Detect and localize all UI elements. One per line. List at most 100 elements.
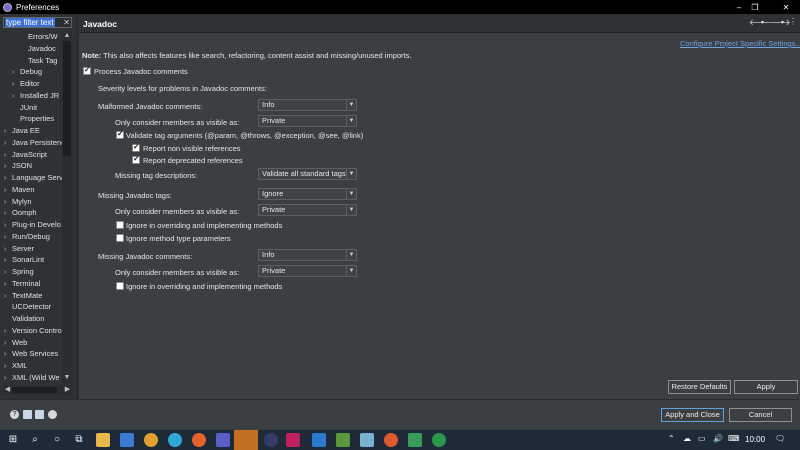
restore-defaults-button[interactable]: Restore Defaults — [668, 380, 731, 394]
chevron-down-icon[interactable]: ▼ — [346, 189, 356, 199]
tree-item[interactable]: › Spring — [4, 266, 34, 277]
file-explorer-icon[interactable] — [96, 433, 110, 447]
missing-comments-select[interactable]: Info ▼ — [258, 249, 357, 261]
scroll-right-icon[interactable]: ▶ — [63, 385, 72, 395]
view-menu-icon[interactable]: ⋮ — [789, 17, 797, 26]
sourcetree-icon[interactable] — [408, 433, 422, 447]
expand-chevron-icon[interactable]: › — [4, 349, 12, 359]
export-icon[interactable] — [35, 410, 44, 419]
validate-tags-checkbox[interactable] — [116, 129, 124, 139]
tree-item[interactable]: › JavaScript — [4, 149, 47, 160]
tree-item[interactable]: › XML (Wild We — [4, 372, 60, 383]
expand-chevron-icon[interactable]: › — [4, 326, 12, 336]
chrome-icon[interactable] — [144, 433, 158, 447]
close-button[interactable]: ✕ — [774, 0, 798, 14]
search-icon[interactable]: ⌕ — [28, 433, 42, 447]
preference-tree[interactable]: Errors/W Javadoc Task Tag › Debug › Editor › Ins… — [0, 31, 62, 383]
missing-comments-visibility-select[interactable]: Private ▼ — [258, 265, 357, 277]
tree-item[interactable]: › Java EE — [4, 125, 40, 136]
eclipse-icon[interactable] — [264, 433, 278, 447]
back-arrow-icon[interactable]: 🡐 — [749, 17, 770, 27]
ignore-method-type-checkbox[interactable] — [116, 234, 124, 242]
tree-item[interactable]: › XML — [4, 360, 27, 371]
network-icon[interactable]: ▭ — [698, 434, 706, 443]
tree-item[interactable]: › Java Persistenc — [4, 137, 62, 148]
tree-item[interactable]: › Web Services — [4, 348, 58, 359]
firefox-icon[interactable] — [192, 433, 206, 447]
postman-icon[interactable] — [384, 433, 398, 447]
ignore-method-type-label[interactable]: Ignore method type parameters — [126, 234, 231, 243]
expand-chevron-icon[interactable]: › — [12, 79, 20, 89]
scroll-thumb[interactable] — [63, 41, 71, 156]
tray-chevron-icon[interactable]: ⌃ — [668, 434, 675, 443]
expand-chevron-icon[interactable]: › — [4, 197, 12, 207]
scroll-left-icon[interactable]: ◀ — [3, 385, 12, 395]
missing-tags-select[interactable]: Ignore ▼ — [258, 188, 357, 200]
missing-tag-desc-select[interactable]: Validate all standard tags ▼ — [258, 168, 357, 180]
tree-item[interactable]: Properties — [12, 113, 54, 124]
ignore-overriding-2-label[interactable]: Ignore in overriding and implementing me… — [126, 282, 282, 291]
expand-chevron-icon[interactable]: › — [4, 255, 12, 265]
teams-icon[interactable] — [216, 433, 230, 447]
expand-chevron-icon[interactable]: › — [4, 291, 12, 301]
tree-item[interactable]: › Mylyn — [4, 196, 32, 207]
ignore-overriding-checkbox[interactable] — [116, 221, 124, 229]
forward-arrow-icon[interactable]: 🡒 — [769, 17, 790, 27]
expand-chevron-icon[interactable]: › — [4, 126, 12, 136]
tree-item[interactable]: › Debug — [12, 66, 42, 77]
tree-item[interactable]: › Run/Debug — [4, 231, 50, 242]
import-icon[interactable] — [23, 410, 32, 419]
tree-item[interactable]: › Plug-in Develo — [4, 219, 61, 230]
expand-chevron-icon[interactable]: › — [12, 91, 20, 101]
expand-chevron-icon[interactable]: › — [4, 208, 12, 218]
tree-vertical-scrollbar[interactable]: ▲ ▼ — [62, 31, 72, 383]
tree-item[interactable]: › Terminal — [4, 278, 40, 289]
chevron-down-icon[interactable]: ▼ — [346, 250, 356, 260]
tree-item[interactable]: › Oomph — [4, 207, 37, 218]
tree-item[interactable]: Task Tag — [20, 55, 57, 66]
expand-chevron-icon[interactable]: › — [4, 267, 12, 277]
tree-item[interactable]: Errors/W — [20, 31, 58, 42]
filter-input[interactable]: type filter text ✕ — [3, 17, 72, 28]
tree-item[interactable]: › TextMate — [4, 290, 42, 301]
help-icon[interactable]: ? — [10, 410, 19, 419]
outlook-active-icon[interactable] — [234, 430, 258, 450]
notification-icon[interactable]: 🗨 — [775, 434, 785, 443]
maximize-button[interactable]: ❐ — [743, 0, 767, 14]
cancel-button[interactable]: Cancel — [729, 408, 792, 422]
expand-chevron-icon[interactable]: › — [4, 361, 12, 371]
tree-item[interactable]: › Web — [4, 337, 27, 348]
ignore-overriding-label[interactable]: Ignore in overriding and implementing me… — [126, 221, 282, 230]
tree-item[interactable]: Javadoc — [20, 43, 56, 54]
malformed-visibility-select[interactable]: Private ▼ — [258, 115, 357, 127]
back-menu-chevron-icon[interactable]: ▾ — [761, 19, 764, 26]
expand-chevron-icon[interactable]: › — [4, 138, 12, 148]
expand-chevron-icon[interactable]: › — [4, 173, 12, 183]
vscode-icon[interactable] — [312, 433, 326, 447]
tree-item[interactable]: JUnit — [12, 102, 37, 113]
expand-chevron-icon[interactable]: › — [4, 373, 12, 383]
expand-chevron-icon[interactable]: › — [4, 338, 12, 348]
malformed-severity-select[interactable]: Info ▼ — [258, 99, 357, 111]
expand-chevron-icon[interactable]: › — [4, 279, 12, 289]
tree-horizontal-scrollbar[interactable]: ◀ ▶ — [3, 385, 72, 395]
tree-item[interactable]: › Server — [4, 243, 34, 254]
chevron-down-icon[interactable]: ▼ — [346, 266, 356, 276]
volume-icon[interactable]: 🔊 — [713, 434, 723, 443]
forward-menu-chevron-icon[interactable]: ▾ — [781, 19, 784, 26]
expand-chevron-icon[interactable]: › — [4, 244, 12, 254]
cortana-icon[interactable]: ○ — [50, 433, 64, 447]
expand-chevron-icon[interactable]: › — [4, 185, 12, 195]
hscroll-thumb[interactable] — [12, 387, 57, 393]
apply-and-close-button[interactable]: Apply and Close — [661, 408, 724, 422]
report-deprecated-checkbox[interactable] — [132, 154, 140, 164]
tree-item[interactable]: › Maven — [4, 184, 35, 195]
validate-tags-label[interactable]: Validate tag arguments (@param, @throws,… — [126, 131, 363, 140]
expand-chevron-icon[interactable]: › — [4, 220, 12, 230]
process-javadoc-label[interactable]: Process Javadoc comments — [94, 67, 188, 76]
expand-chevron-icon[interactable]: › — [4, 232, 12, 242]
configure-project-settings-link[interactable]: Configure Project Specific Settings... — [680, 39, 800, 48]
notepad-icon[interactable] — [336, 433, 350, 447]
chevron-down-icon[interactable]: ▼ — [346, 169, 356, 179]
scroll-down-icon[interactable]: ▼ — [62, 373, 72, 383]
